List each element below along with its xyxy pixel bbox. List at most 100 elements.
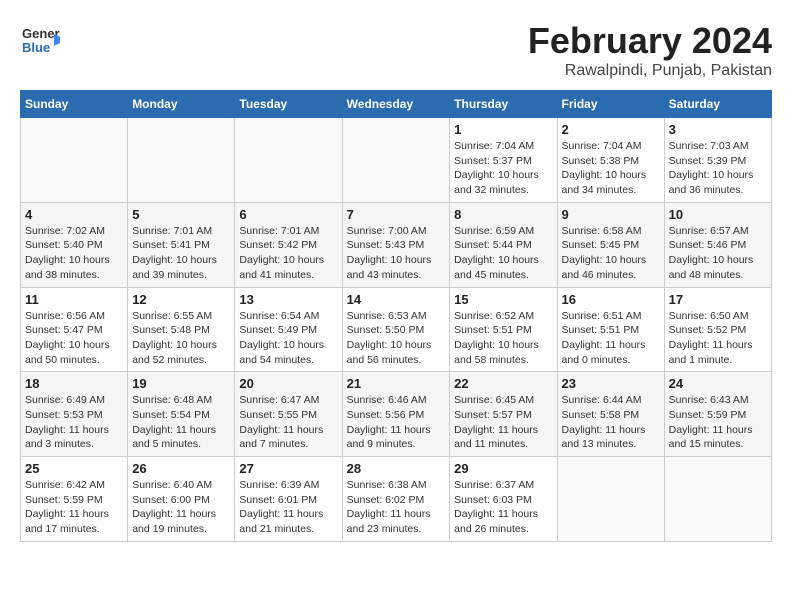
month-title: February 2024 [528, 20, 772, 62]
day-info: Sunrise: 6:49 AM Sunset: 5:53 PM Dayligh… [25, 393, 123, 452]
day-number: 11 [25, 292, 123, 307]
day-info: Sunrise: 6:43 AM Sunset: 5:59 PM Dayligh… [669, 393, 767, 452]
day-info: Sunrise: 6:46 AM Sunset: 5:56 PM Dayligh… [347, 393, 446, 452]
day-info: Sunrise: 6:45 AM Sunset: 5:57 PM Dayligh… [454, 393, 552, 452]
day-number: 2 [562, 122, 660, 137]
day-number: 6 [239, 207, 337, 222]
day-info: Sunrise: 7:04 AM Sunset: 5:37 PM Dayligh… [454, 139, 552, 198]
day-number: 23 [562, 376, 660, 391]
day-number: 16 [562, 292, 660, 307]
day-info: Sunrise: 6:56 AM Sunset: 5:47 PM Dayligh… [25, 309, 123, 368]
weekday-header-sunday: Sunday [21, 91, 128, 118]
calendar-cell: 5 Sunrise: 7:01 AM Sunset: 5:41 PM Daylig… [128, 202, 235, 287]
day-number: 5 [132, 207, 230, 222]
calendar-cell: 29 Sunrise: 6:37 AM Sunset: 6:03 PM Dayli… [450, 457, 557, 542]
weekday-header-friday: Friday [557, 91, 664, 118]
svg-text:Blue: Blue [22, 40, 50, 55]
day-info: Sunrise: 6:39 AM Sunset: 6:01 PM Dayligh… [239, 478, 337, 537]
day-info: Sunrise: 6:53 AM Sunset: 5:50 PM Dayligh… [347, 309, 446, 368]
day-number: 17 [669, 292, 767, 307]
day-number: 28 [347, 461, 446, 476]
day-info: Sunrise: 6:40 AM Sunset: 6:00 PM Dayligh… [132, 478, 230, 537]
calendar-cell: 2 Sunrise: 7:04 AM Sunset: 5:38 PM Daylig… [557, 118, 664, 203]
calendar-cell: 16Sunrise: 6:51 AM Sunset: 5:51 PM Dayli… [557, 287, 664, 372]
day-number: 19 [132, 376, 230, 391]
calendar-cell [557, 457, 664, 542]
day-info: Sunrise: 6:52 AM Sunset: 5:51 PM Dayligh… [454, 309, 552, 368]
calendar-cell [235, 118, 342, 203]
day-number: 1 [454, 122, 552, 137]
calendar-cell: 9 Sunrise: 6:58 AM Sunset: 5:45 PM Daylig… [557, 202, 664, 287]
calendar-week-2: 4Sunrise: 7:02 AM Sunset: 5:40 PM Daylig… [21, 202, 772, 287]
day-info: Sunrise: 6:47 AM Sunset: 5:55 PM Dayligh… [239, 393, 337, 452]
day-number: 22 [454, 376, 552, 391]
calendar-cell: 18 Sunrise: 6:49 AM Sunset: 5:53 PM Dayli… [21, 372, 128, 457]
day-info: Sunrise: 7:04 AM Sunset: 5:38 PM Dayligh… [562, 139, 660, 198]
day-info: Sunrise: 7:01 AM Sunset: 5:41 PM Dayligh… [132, 224, 230, 283]
day-info: Sunrise: 7:00 AM Sunset: 5:43 PM Dayligh… [347, 224, 446, 283]
calendar-cell: 17 Sunrise: 6:50 AM Sunset: 5:52 PM Dayli… [664, 287, 771, 372]
calendar-cell: 3 Sunrise: 7:03 AM Sunset: 5:39 PM Daylig… [664, 118, 771, 203]
calendar-cell: 13Sunrise: 6:54 AM Sunset: 5:49 PM Dayli… [235, 287, 342, 372]
calendar-week-4: 18 Sunrise: 6:49 AM Sunset: 5:53 PM Dayli… [21, 372, 772, 457]
location: Rawalpindi, Punjab, Pakistan [528, 62, 772, 80]
calendar-cell: 23 Sunrise: 6:44 AM Sunset: 5:58 PM Dayli… [557, 372, 664, 457]
day-info: Sunrise: 6:42 AM Sunset: 5:59 PM Dayligh… [25, 478, 123, 537]
day-number: 24 [669, 376, 767, 391]
calendar-cell: 22 Sunrise: 6:45 AM Sunset: 5:57 PM Dayli… [450, 372, 557, 457]
calendar-cell [664, 457, 771, 542]
day-number: 12 [132, 292, 230, 307]
weekday-header-monday: Monday [128, 91, 235, 118]
title-section: February 2024 Rawalpindi, Punjab, Pakist… [528, 20, 772, 80]
weekday-header-wednesday: Wednesday [342, 91, 450, 118]
calendar-cell: 28Sunrise: 6:38 AM Sunset: 6:02 PM Dayli… [342, 457, 450, 542]
calendar-cell [128, 118, 235, 203]
day-number: 29 [454, 461, 552, 476]
day-info: Sunrise: 7:02 AM Sunset: 5:40 PM Dayligh… [25, 224, 123, 283]
day-number: 15 [454, 292, 552, 307]
day-number: 20 [239, 376, 337, 391]
calendar-week-3: 11 Sunrise: 6:56 AM Sunset: 5:47 PM Dayli… [21, 287, 772, 372]
day-number: 9 [562, 207, 660, 222]
day-info: Sunrise: 6:55 AM Sunset: 5:48 PM Dayligh… [132, 309, 230, 368]
day-number: 3 [669, 122, 767, 137]
day-number: 25 [25, 461, 123, 476]
calendar-cell: 19 Sunrise: 6:48 AM Sunset: 5:54 PM Dayli… [128, 372, 235, 457]
calendar-cell: 27Sunrise: 6:39 AM Sunset: 6:01 PM Dayli… [235, 457, 342, 542]
calendar-week-1: 1 Sunrise: 7:04 AM Sunset: 5:37 PM Daylig… [21, 118, 772, 203]
calendar-header-row: SundayMondayTuesdayWednesdayThursdayFrid… [21, 91, 772, 118]
calendar-cell: 20 Sunrise: 6:47 AM Sunset: 5:55 PM Dayli… [235, 372, 342, 457]
day-number: 18 [25, 376, 123, 391]
day-number: 14 [347, 292, 446, 307]
day-number: 7 [347, 207, 446, 222]
day-number: 13 [239, 292, 337, 307]
weekday-header-thursday: Thursday [450, 91, 557, 118]
calendar-cell: 21 Sunrise: 6:46 AM Sunset: 5:56 PM Dayli… [342, 372, 450, 457]
day-number: 21 [347, 376, 446, 391]
day-number: 10 [669, 207, 767, 222]
calendar-cell: 15 Sunrise: 6:52 AM Sunset: 5:51 PM Dayli… [450, 287, 557, 372]
calendar-week-5: 25 Sunrise: 6:42 AM Sunset: 5:59 PM Dayli… [21, 457, 772, 542]
weekday-header-saturday: Saturday [664, 91, 771, 118]
day-info: Sunrise: 6:58 AM Sunset: 5:45 PM Dayligh… [562, 224, 660, 283]
page-container: General Blue February 2024 Rawalpindi, P… [20, 20, 772, 542]
calendar-cell: 8 Sunrise: 6:59 AM Sunset: 5:44 PM Daylig… [450, 202, 557, 287]
day-info: Sunrise: 6:59 AM Sunset: 5:44 PM Dayligh… [454, 224, 552, 283]
calendar-cell [21, 118, 128, 203]
day-number: 8 [454, 207, 552, 222]
day-info: Sunrise: 7:03 AM Sunset: 5:39 PM Dayligh… [669, 139, 767, 198]
calendar-cell: 1 Sunrise: 7:04 AM Sunset: 5:37 PM Daylig… [450, 118, 557, 203]
day-info: Sunrise: 6:44 AM Sunset: 5:58 PM Dayligh… [562, 393, 660, 452]
day-info: Sunrise: 6:57 AM Sunset: 5:46 PM Dayligh… [669, 224, 767, 283]
day-info: Sunrise: 6:37 AM Sunset: 6:03 PM Dayligh… [454, 478, 552, 537]
calendar-cell: 10 Sunrise: 6:57 AM Sunset: 5:46 PM Dayli… [664, 202, 771, 287]
weekday-header-tuesday: Tuesday [235, 91, 342, 118]
calendar-cell: 12 Sunrise: 6:55 AM Sunset: 5:48 PM Dayli… [128, 287, 235, 372]
calendar-cell: 26 Sunrise: 6:40 AM Sunset: 6:00 PM Dayli… [128, 457, 235, 542]
calendar-cell: 6Sunrise: 7:01 AM Sunset: 5:42 PM Daylig… [235, 202, 342, 287]
day-number: 26 [132, 461, 230, 476]
day-info: Sunrise: 6:50 AM Sunset: 5:52 PM Dayligh… [669, 309, 767, 368]
day-info: Sunrise: 6:48 AM Sunset: 5:54 PM Dayligh… [132, 393, 230, 452]
logo: General Blue [20, 20, 60, 65]
calendar-cell: 4Sunrise: 7:02 AM Sunset: 5:40 PM Daylig… [21, 202, 128, 287]
